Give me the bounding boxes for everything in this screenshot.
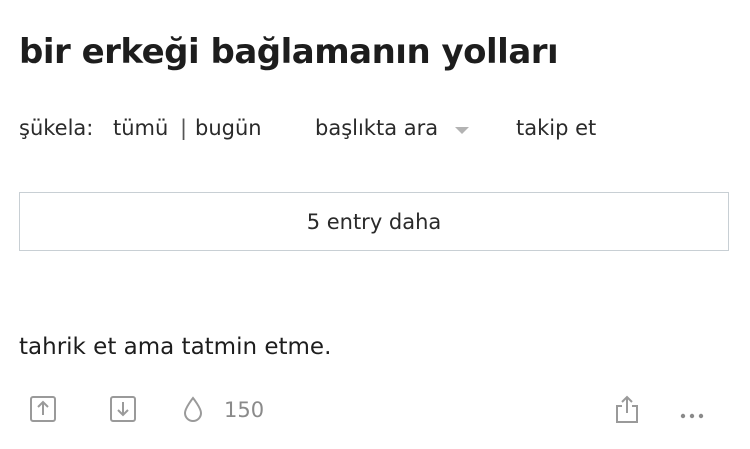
ellipsis-icon[interactable] xyxy=(678,394,708,424)
sukela-separator: | xyxy=(180,116,188,140)
topic-title[interactable]: bir erkeği bağlamanın yolları xyxy=(19,32,559,72)
topic-subnav: şükela: tümü | bugün başlıkta ara takip … xyxy=(19,116,719,146)
downvote-icon[interactable] xyxy=(108,394,138,424)
sukela-label: şükela: xyxy=(19,116,94,140)
entry-content: tahrik et ama tatmin etme. xyxy=(19,334,332,360)
show-more-entries-button[interactable]: 5 entry daha xyxy=(19,192,729,251)
search-in-topic-dropdown[interactable]: başlıkta ara xyxy=(315,116,438,140)
favorite-count[interactable]: 150 xyxy=(224,398,264,422)
favorite-droplet-icon[interactable] xyxy=(178,394,208,424)
chevron-down-icon[interactable] xyxy=(455,127,469,134)
show-more-entries-label: 5 entry daha xyxy=(306,209,442,234)
upvote-icon[interactable] xyxy=(28,394,58,424)
share-icon[interactable] xyxy=(612,394,642,424)
sukela-all-link[interactable]: tümü xyxy=(113,116,168,140)
entry-footer: 150 xyxy=(0,390,750,430)
sukela-today-link[interactable]: bugün xyxy=(195,116,262,140)
follow-topic-link[interactable]: takip et xyxy=(516,116,596,140)
